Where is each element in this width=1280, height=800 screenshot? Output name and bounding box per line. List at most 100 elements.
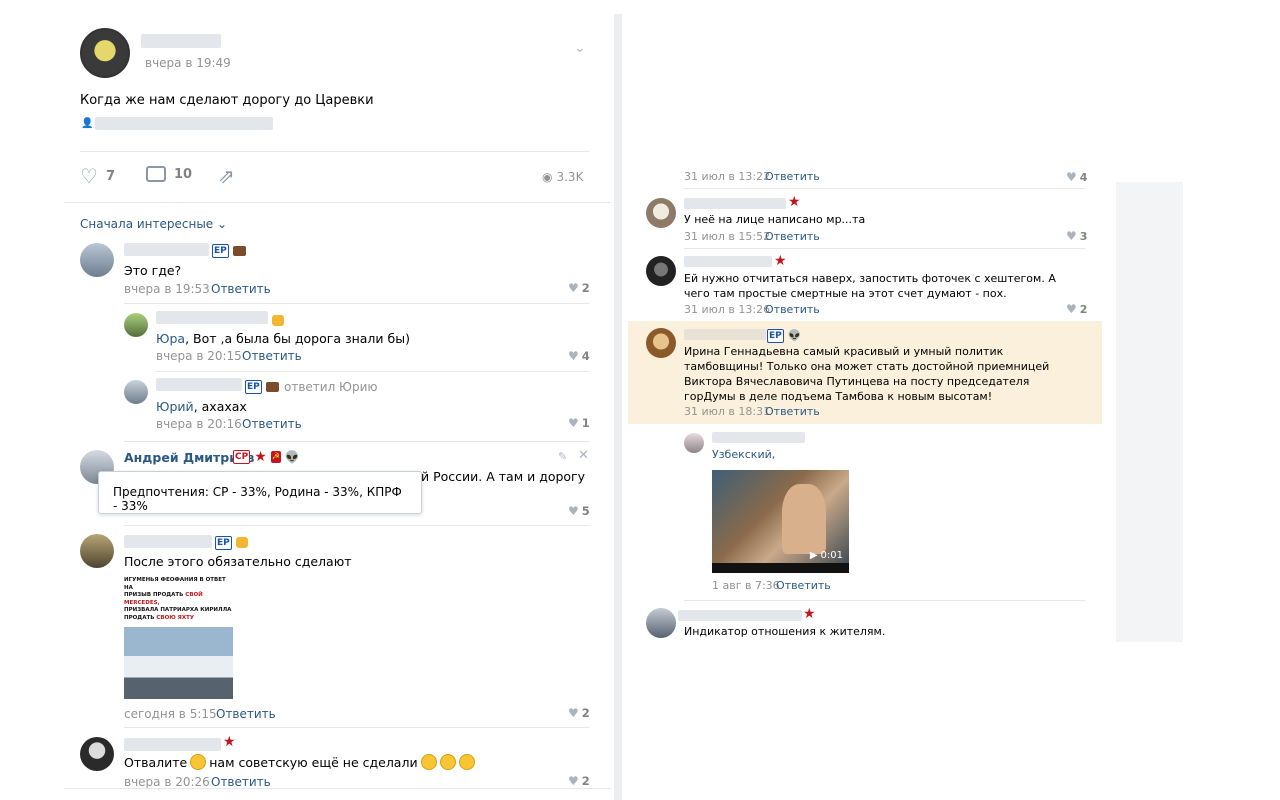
divider (64, 202, 611, 203)
reply-link[interactable]: Ответить (776, 579, 831, 592)
edit-icon[interactable]: ✎ (558, 450, 567, 463)
divider (124, 525, 590, 526)
author-name-redacted[interactable] (141, 34, 221, 48)
comment-like[interactable]: ♥ 3 (1066, 229, 1087, 243)
chevron-down-icon[interactable]: ⌄ (574, 40, 586, 56)
star-icon: ★ (254, 449, 267, 465)
panel-divider (614, 14, 622, 800)
addressee-link[interactable]: Узбекский, (712, 448, 775, 461)
scrollbar-track[interactable] (1102, 178, 1116, 642)
post-text: Когда же нам сделают дорогу до Царевки (80, 93, 374, 108)
commenter-name-redacted[interactable] (678, 610, 802, 621)
avatar[interactable] (646, 256, 676, 286)
close-icon[interactable]: ✕ (578, 448, 589, 463)
commenter-name-redacted[interactable] (684, 256, 772, 267)
like-count: 3 (1079, 229, 1088, 243)
meme-line: ИГУМЕНЬЯ ФЕОФАНИЯ В ОТВЕТ НА (124, 577, 226, 591)
heart-icon: ♥ (568, 706, 579, 720)
like-count: 2 (581, 281, 590, 295)
comment-time[interactable]: сегодня в 5:15 (124, 707, 217, 721)
post-time[interactable]: вчера в 19:49 (145, 56, 231, 70)
video-progress: ▶ 0:01 (810, 550, 843, 561)
video-thumbnail[interactable]: ▶ 0:01 (712, 470, 849, 573)
sort-dropdown[interactable]: Сначала интересные ⌄ (80, 217, 227, 231)
avatar[interactable] (80, 737, 114, 771)
briefcase-icon (265, 381, 279, 392)
like-button[interactable]: ♡ 7 (80, 164, 115, 188)
commenter-name-redacted[interactable] (124, 243, 209, 256)
comment-time[interactable]: 31 июл в 13:22 (684, 172, 770, 183)
comment-body: нам советскую ещё не сделали (209, 754, 418, 770)
comment-like[interactable]: ♥ 1 (568, 416, 590, 430)
video-person (782, 484, 826, 554)
author-avatar[interactable] (80, 28, 130, 78)
sr-badge: СР (233, 450, 251, 464)
comment-text: После этого обязательно сделают (124, 554, 352, 569)
comment-like[interactable]: ♥ 4 (1066, 172, 1087, 184)
video-duration: 0:01 (820, 550, 843, 561)
reply-link[interactable]: Ответить (765, 303, 820, 316)
er-badge: ЕР (767, 328, 784, 343)
comment-button[interactable]: 10 (146, 166, 192, 182)
comment-time[interactable]: вчера в 20:15 (156, 349, 242, 363)
comment-time[interactable]: вчера в 20:16 (156, 417, 242, 431)
commenter-name-redacted[interactable] (156, 378, 242, 391)
commenter-name-redacted[interactable] (124, 738, 221, 751)
like-count: 1 (581, 416, 590, 430)
commenter-name-redacted[interactable] (156, 311, 268, 324)
meme-line: ПРОДАТЬ СВОЮ ЯХТУ (124, 614, 195, 621)
comment-time[interactable]: вчера в 20:26 (124, 775, 210, 789)
commenter-name-redacted[interactable] (684, 329, 766, 340)
replied-to[interactable]: ответил Юрию (284, 380, 378, 394)
avatar[interactable] (80, 243, 114, 277)
heart-icon: ♥ (568, 349, 579, 363)
avatar[interactable] (646, 198, 676, 228)
like-count: 2 (581, 706, 590, 720)
meme-image[interactable]: ИГУМЕНЬЯ ФЕОФАНИЯ В ОТВЕТ НА ПРИЗЫВ ПРОД… (124, 577, 233, 699)
comments-panel: 31 июл в 13:22 Ответить ♥ 4 ★ У неё на ли… (628, 172, 1102, 642)
eye-icon: ◉ (542, 170, 553, 184)
party-badges: СР ★ ☭ 👽 (233, 449, 300, 465)
addressee-link[interactable]: Юрий (156, 399, 194, 414)
comment-like[interactable]: ♥ 2 (568, 281, 590, 295)
author-link-redacted[interactable] (95, 117, 273, 130)
avatar[interactable] (124, 380, 148, 404)
fist-icon (235, 537, 248, 548)
comment-like[interactable]: ♥ 2 (1066, 302, 1087, 316)
share-icon[interactable]: ⇗ (218, 164, 235, 188)
reply-link[interactable]: Ответить (242, 349, 302, 363)
party-badges: ЕР (245, 378, 279, 394)
heart-icon: ♥ (568, 504, 579, 518)
comment-like[interactable]: ♥ 2 (568, 774, 590, 788)
commenter-name-redacted[interactable] (124, 535, 212, 548)
er-badge: ЕР (215, 535, 232, 550)
reply-link[interactable]: Ответить (216, 707, 276, 721)
commenter-name-redacted[interactable] (712, 432, 805, 443)
reply-link[interactable]: Ответить (211, 775, 271, 789)
divider (684, 248, 1086, 249)
comment-time[interactable]: 1 авг в 7:36 (712, 579, 780, 592)
comment-time[interactable]: 31 июл в 13:26 (684, 303, 770, 316)
avatar[interactable] (124, 313, 148, 337)
reply-link[interactable]: Ответить (211, 282, 271, 296)
comment-like[interactable]: ♥ 5 (568, 504, 590, 518)
avatar[interactable] (646, 608, 676, 638)
avatar[interactable] (684, 433, 704, 453)
comment-like[interactable]: ♥ 2 (568, 706, 590, 720)
alien-icon: 👽 (284, 450, 300, 464)
reply-link[interactable]: Ответить (242, 417, 302, 431)
divider (124, 441, 590, 442)
commenter-name-redacted[interactable] (684, 198, 786, 209)
play-icon[interactable]: ▶ (810, 550, 818, 561)
addressee-link[interactable]: Юра (156, 331, 185, 346)
comment-time[interactable]: 31 июл в 15:52 (684, 230, 770, 243)
comment-body: , Вот ,а была бы дорога знали бы) (185, 331, 410, 346)
comment-time[interactable]: 31 июл в 18:31 (684, 405, 770, 418)
reply-link[interactable]: Ответить (765, 405, 820, 418)
comment-like[interactable]: ♥ 4 (568, 349, 590, 363)
comment-time[interactable]: вчера в 19:53 (124, 282, 210, 296)
avatar[interactable] (80, 534, 114, 568)
avatar[interactable] (646, 328, 676, 358)
reply-link[interactable]: Ответить (765, 172, 820, 183)
reply-link[interactable]: Ответить (765, 230, 820, 243)
